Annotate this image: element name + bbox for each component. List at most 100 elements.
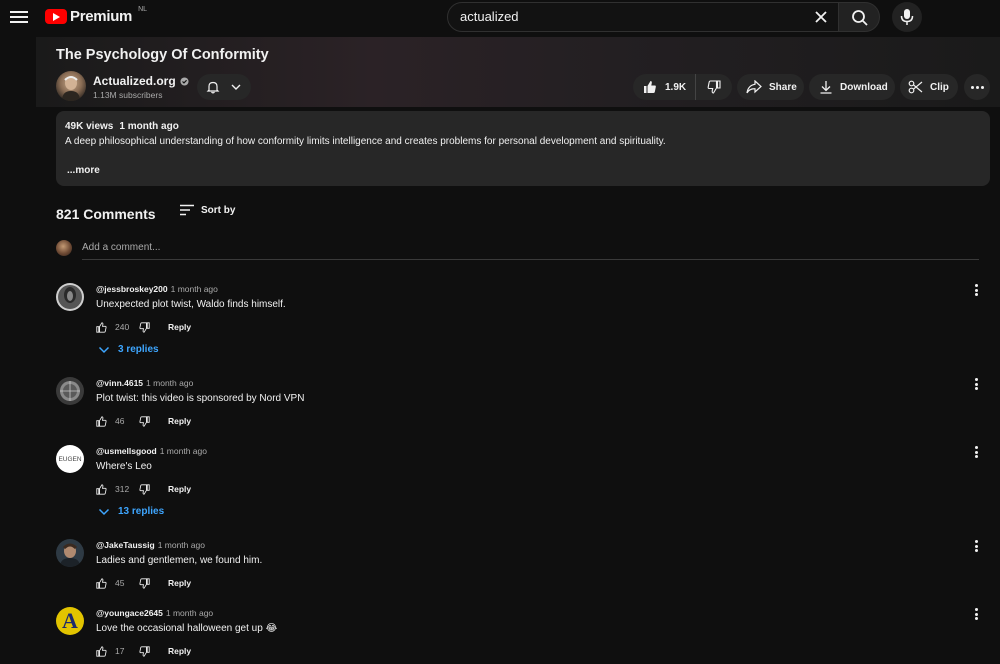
- description-meta: 49K views 1 month ago: [65, 121, 179, 132]
- comment-avatar[interactable]: [56, 283, 84, 311]
- comment-like-count: 46: [115, 416, 125, 426]
- search-input[interactable]: [460, 9, 800, 24]
- sort-label: Sort by: [201, 204, 236, 216]
- notifications-button[interactable]: [197, 74, 251, 100]
- add-comment-input[interactable]: Add a comment...: [82, 242, 160, 253]
- comment-actions: 312 Reply: [96, 482, 191, 496]
- chevron-down-icon: [98, 346, 110, 353]
- comment-author[interactable]: @JakeTaussig: [96, 540, 155, 550]
- like-dislike-group: 1.9K: [633, 74, 732, 100]
- reply-button[interactable]: Reply: [168, 416, 191, 426]
- channel-name-text: Actualized.org: [93, 74, 176, 88]
- youtube-play-icon: [45, 9, 67, 24]
- thumbs-up-icon[interactable]: [96, 577, 107, 589]
- more-actions-icon[interactable]: [964, 74, 990, 100]
- comment-avatar[interactable]: EUGEN: [56, 445, 84, 473]
- comment-menu-icon[interactable]: [972, 539, 980, 553]
- reply-button[interactable]: Reply: [168, 578, 191, 588]
- thumbs-down-icon[interactable]: [139, 577, 150, 589]
- chevron-down-icon: [98, 508, 110, 515]
- thumbs-down-icon[interactable]: [139, 483, 150, 495]
- comment-actions: 46 Reply: [96, 414, 191, 428]
- view-replies-button[interactable]: 13 replies: [98, 506, 164, 517]
- comment-menu-icon[interactable]: [972, 607, 980, 621]
- comment-time[interactable]: 1 month ago: [171, 284, 218, 294]
- verified-icon: [180, 76, 189, 86]
- thumbs-up-icon[interactable]: [96, 321, 107, 333]
- comment-like-count: 45: [115, 578, 125, 588]
- reply-button[interactable]: Reply: [168, 646, 191, 656]
- thumbs-down-icon[interactable]: [139, 645, 150, 657]
- comment-text: Ladies and gentlemen, we found him.: [96, 555, 263, 566]
- thumbs-up-icon[interactable]: [96, 483, 107, 495]
- comment-author[interactable]: @youngace2645: [96, 608, 163, 618]
- share-button[interactable]: Share: [737, 74, 804, 100]
- subscriber-count: 1.13M subscribers: [93, 90, 163, 100]
- replies-count: 3 replies: [118, 344, 159, 355]
- thumbs-up-icon[interactable]: [96, 415, 107, 427]
- reply-button[interactable]: Reply: [168, 322, 191, 332]
- channel-avatar[interactable]: [56, 71, 86, 101]
- comment-time[interactable]: 1 month ago: [146, 378, 193, 388]
- comment-avatar[interactable]: A: [56, 607, 84, 635]
- sort-button[interactable]: Sort by: [179, 204, 235, 216]
- comment-avatar[interactable]: [56, 377, 84, 405]
- scissors-icon: [908, 80, 923, 94]
- comment-like-count: 17: [115, 646, 125, 656]
- view-replies-button[interactable]: 3 replies: [98, 344, 159, 355]
- comment-text: Where's Leo: [96, 461, 152, 472]
- comment-time[interactable]: 1 month ago: [160, 446, 207, 456]
- comment-text: Love the occasional halloween get up 😂: [96, 623, 278, 634]
- thumbs-down-icon: [707, 80, 721, 94]
- clip-button[interactable]: Clip: [900, 74, 958, 100]
- comment-avatar[interactable]: [56, 539, 84, 567]
- current-user-avatar: [56, 240, 72, 256]
- search-button[interactable]: [838, 2, 880, 32]
- comment-actions: 17 Reply: [96, 644, 191, 658]
- comments-count: 821 Comments: [56, 206, 156, 222]
- thumbs-down-icon[interactable]: [139, 321, 150, 333]
- upload-age: 1 month ago: [119, 121, 179, 132]
- comment-menu-icon[interactable]: [972, 445, 980, 459]
- bell-icon: [206, 81, 220, 94]
- like-count: 1.9K: [665, 81, 687, 93]
- comment-menu-icon[interactable]: [972, 377, 980, 391]
- dislike-button[interactable]: [696, 80, 732, 94]
- comment-actions: 240 Reply: [96, 320, 191, 334]
- youtube-premium-logo[interactable]: Premium NL: [45, 6, 148, 25]
- download-button[interactable]: Download: [809, 74, 895, 100]
- replies-count: 13 replies: [118, 506, 165, 517]
- reply-button[interactable]: Reply: [168, 484, 191, 494]
- comment-text: Plot twist: this video is sponsored by N…: [96, 393, 305, 404]
- video-title: The Psychology Of Conformity: [56, 47, 269, 63]
- share-icon: [746, 80, 762, 94]
- like-button[interactable]: 1.9K: [633, 74, 696, 100]
- comment-like-count: 312: [115, 484, 130, 494]
- comment-menu-icon[interactable]: [972, 283, 980, 297]
- voice-search-button[interactable]: [892, 2, 922, 32]
- thumbs-down-icon[interactable]: [139, 415, 150, 427]
- clip-label: Clip: [930, 81, 949, 93]
- view-count: 49K views: [65, 121, 114, 132]
- clear-search-icon[interactable]: [812, 8, 830, 26]
- description-text: A deep philosophical understanding of ho…: [65, 136, 666, 147]
- avatar-text: A: [62, 608, 78, 633]
- comment-author[interactable]: @usmellsgood: [96, 446, 157, 456]
- menu-icon[interactable]: [10, 8, 28, 26]
- channel-name[interactable]: Actualized.org: [93, 74, 189, 88]
- add-comment-underline: [82, 259, 979, 260]
- comment-time[interactable]: 1 month ago: [158, 540, 205, 550]
- comment-text: Unexpected plot twist, Waldo finds himse…: [96, 299, 286, 310]
- show-more-link[interactable]: ...more: [67, 165, 100, 176]
- chevron-down-icon: [231, 84, 241, 90]
- comment-author[interactable]: @jessbroskey200: [96, 284, 168, 294]
- description-box[interactable]: 49K views 1 month ago A deep philosophica…: [56, 111, 990, 186]
- microphone-icon: [900, 9, 914, 25]
- logo-text: Premium: [70, 8, 133, 25]
- comment-author[interactable]: @vinn.4615: [96, 378, 143, 388]
- comment-time[interactable]: 1 month ago: [166, 608, 213, 618]
- thumbs-up-icon[interactable]: [96, 645, 107, 657]
- top-bar: Premium NL: [0, 0, 1000, 34]
- region-label: NL: [138, 6, 148, 13]
- sort-icon: [180, 204, 194, 216]
